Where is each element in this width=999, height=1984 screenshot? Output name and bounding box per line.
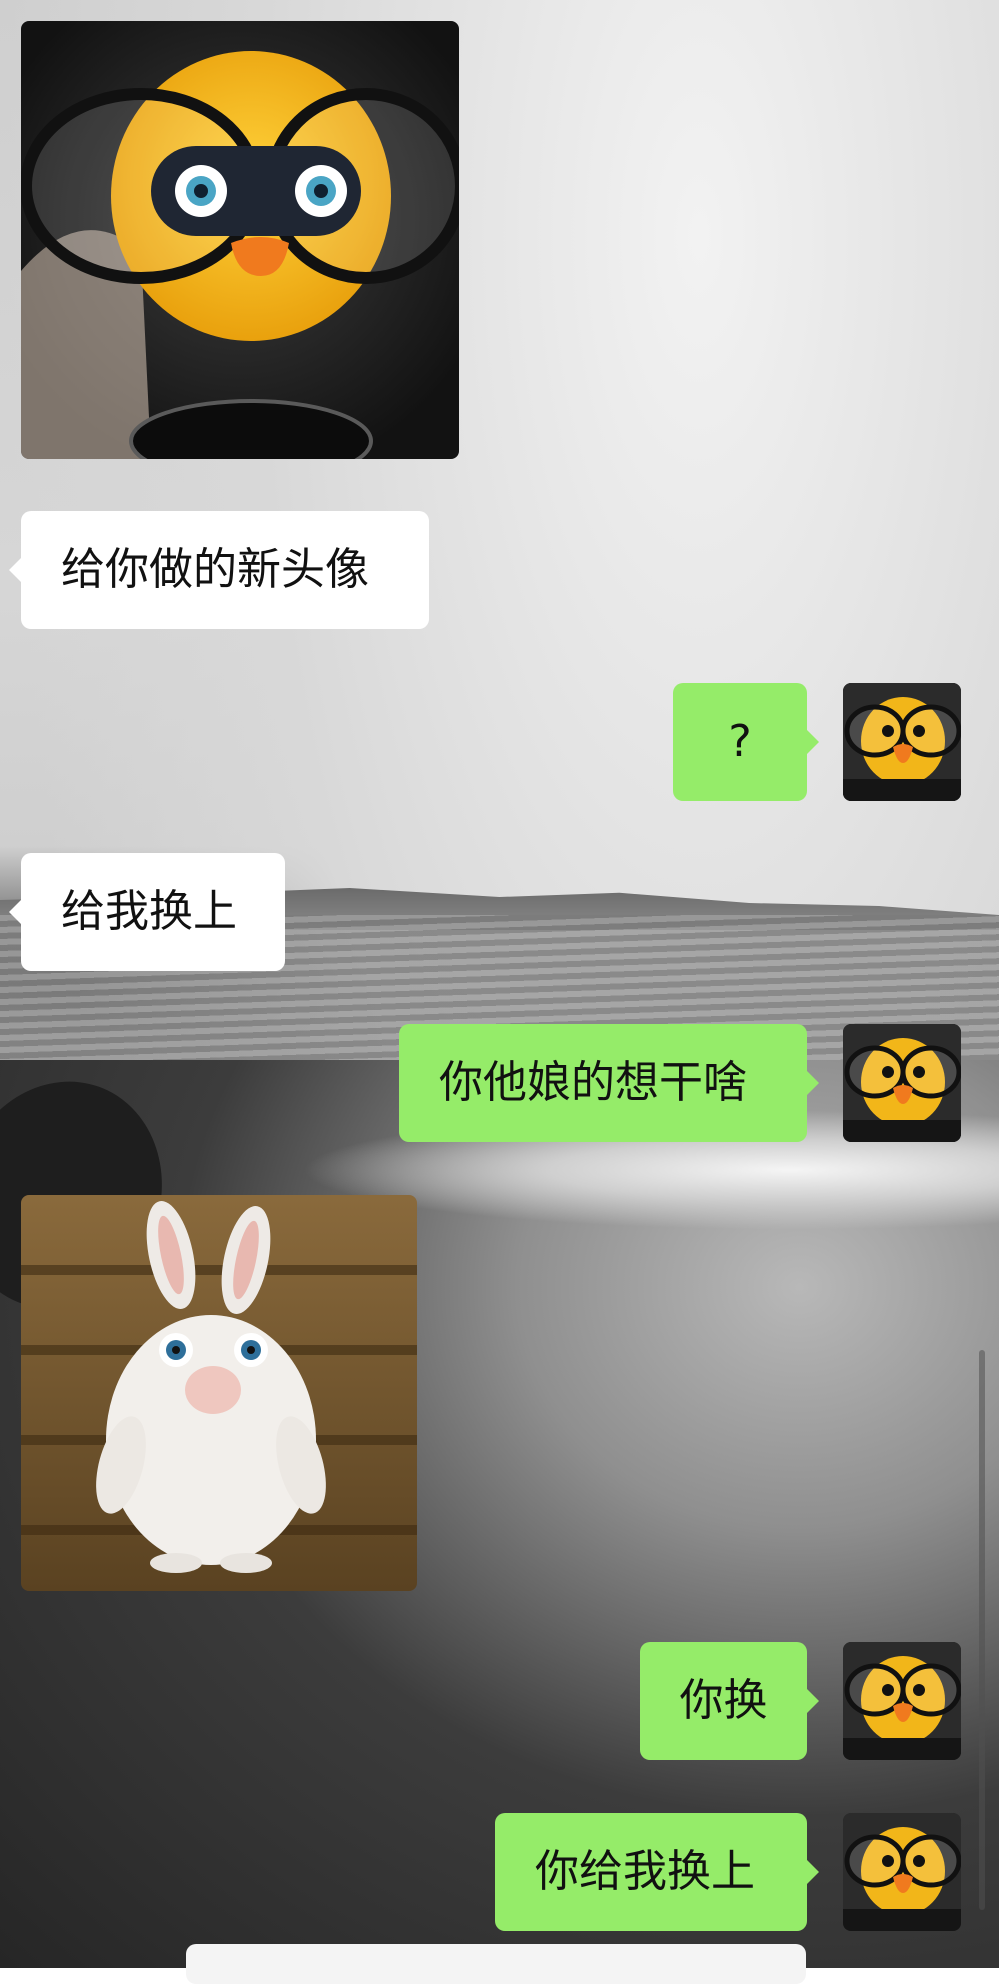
duck-glasses-icon bbox=[21, 21, 459, 459]
message-text: 你换 bbox=[679, 1675, 768, 1726]
outgoing-message-bubble[interactable]: 你换 bbox=[640, 1642, 819, 1760]
message-text: 你给我换上 bbox=[535, 1846, 755, 1897]
duck-glasses-image[interactable] bbox=[21, 21, 459, 459]
my-avatar[interactable] bbox=[843, 683, 961, 801]
message-input-bar[interactable] bbox=[186, 1944, 806, 1984]
my-avatar[interactable] bbox=[843, 1813, 961, 1931]
message-text: 你他娘的想干啥 bbox=[439, 1057, 747, 1108]
scrollbar[interactable] bbox=[979, 1350, 985, 1910]
message-text: 给我换上 bbox=[61, 886, 237, 937]
message-text: ? bbox=[728, 716, 752, 767]
outgoing-message-bubble[interactable]: 你给我换上 bbox=[495, 1813, 819, 1931]
my-avatar[interactable] bbox=[843, 1024, 961, 1142]
incoming-message-bubble[interactable]: 给你做的新头像 bbox=[9, 511, 429, 629]
message-text: 给你做的新头像 bbox=[61, 544, 369, 595]
outgoing-message-bubble[interactable]: 你他娘的想干啥 bbox=[399, 1024, 819, 1142]
incoming-message-bubble[interactable]: 给我换上 bbox=[9, 853, 285, 971]
white-rabbit-icon bbox=[21, 1195, 417, 1591]
outgoing-message-bubble[interactable]: ? bbox=[673, 683, 819, 801]
duck-with-glasses-avatar-icon bbox=[843, 1024, 961, 1142]
my-avatar[interactable] bbox=[843, 1642, 961, 1760]
duck-with-glasses-avatar-icon bbox=[843, 1813, 961, 1931]
white-rabbit-image[interactable] bbox=[21, 1195, 417, 1591]
message-list[interactable]: 给你做的新头像 ? 给我换上 你他娘的想干啥 你换 你给我换上 bbox=[0, 0, 999, 1984]
duck-with-glasses-avatar-icon bbox=[843, 683, 961, 801]
duck-with-glasses-avatar-icon bbox=[843, 1642, 961, 1760]
